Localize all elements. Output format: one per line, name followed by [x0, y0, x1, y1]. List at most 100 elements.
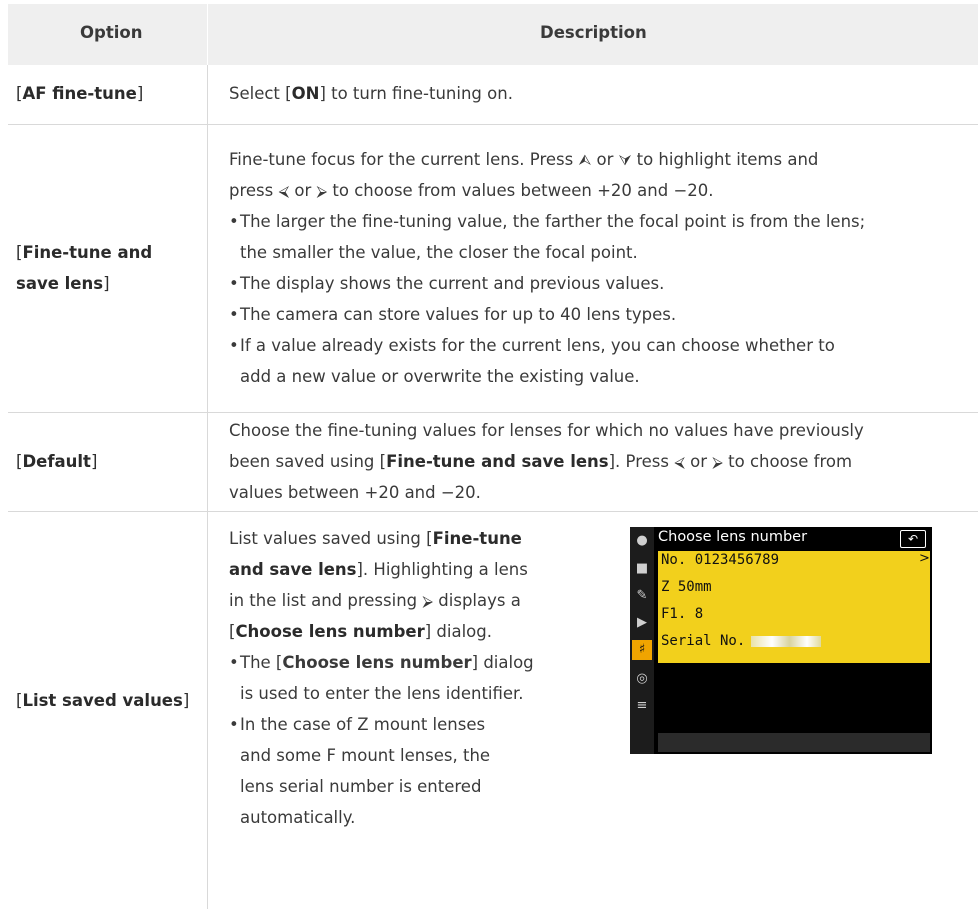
desc-line: been saved using [Fine-tune and save len… [229, 446, 852, 478]
bracket: ] [103, 274, 110, 293]
header-option: Option [80, 23, 143, 42]
multi-selector-right-icon: ⮚ [316, 182, 328, 200]
desc-bold: Fine-tune and save lens [386, 452, 609, 471]
desc-text: or [684, 452, 713, 471]
bullet-dot: • [229, 336, 239, 355]
bullet-text: automatically. [240, 808, 356, 827]
option-af-fine-tune: [AF fine-tune] [16, 78, 143, 109]
desc-bold: Choose lens number [235, 622, 425, 641]
desc-line: [Choose lens number] dialog. [229, 616, 492, 647]
option-fine-tune-and-save-lens: [Fine-tune and [16, 237, 152, 268]
serial-label: Serial No. [661, 633, 746, 649]
bullet-dot: • [229, 653, 239, 672]
multi-selector-right-icon: ⮚ [712, 453, 723, 471]
screen-bottom-bar [658, 733, 930, 752]
desc-line: Fine-tune focus for the current lens. Pr… [229, 144, 818, 176]
bullet-item: • The display shows the current and previ… [229, 268, 949, 299]
desc-text: ] dialog. [424, 622, 492, 641]
desc-text: or [289, 181, 317, 200]
camera-screen-illustration: ● ■ ✎ ▶ ♯ ◎ ≡ Choose lens number ↶ No. 0… [630, 527, 932, 754]
option-fine-tune-and-save-lens-2: save lens] [16, 268, 110, 299]
desc-text: to highlight items and [631, 150, 819, 169]
serial-number-line: Serial No. [661, 633, 822, 649]
desc-text: or [591, 150, 619, 169]
multi-selector-up-icon: ⮙ [578, 151, 592, 169]
desc-text: to choose from [722, 452, 853, 471]
option-label: List saved values [22, 691, 183, 710]
row-separator [8, 124, 978, 125]
screen-title: Choose lens number [658, 529, 808, 545]
desc-bold: Fine-tune [432, 529, 522, 548]
desc-bold: Choose lens number [282, 653, 472, 672]
camera-icon: ● [636, 533, 648, 548]
my-menu-icon: ≡ [636, 698, 648, 713]
multi-selector-left-icon: ⮘ [278, 182, 290, 200]
wrench-icon: ♯ [632, 640, 652, 660]
desc-text: ]. Press [608, 452, 675, 471]
bullet-text: lens serial number is entered [240, 777, 482, 796]
desc-bold: and save lens [229, 560, 357, 579]
option-label: Default [22, 452, 91, 471]
lens-number-line: No. 0123456789 [661, 552, 780, 568]
description-af-fine-tune: Select [ON] to turn fine-tuning on. [229, 78, 513, 109]
desc-line: Choose the fine-tuning values for lenses… [229, 421, 864, 440]
bracket: ] [182, 691, 190, 710]
row-separator [8, 511, 978, 512]
desc-text: ] to turn fine-tuning on. [319, 84, 513, 103]
desc-text: List values saved using [ [229, 529, 433, 548]
desc-line: and save lens]. Highlighting a lens [229, 554, 528, 585]
desc-line: values between +20 and −20. [229, 483, 481, 502]
desc-text: ]. Highlighting a lens [356, 560, 528, 579]
bullet-text: The camera can store values for up to 40… [240, 305, 677, 324]
bullet-text: The [ [240, 653, 283, 672]
row-separator [8, 412, 978, 413]
bullet-dot: • [229, 715, 239, 734]
option-default: [Default] [16, 446, 97, 477]
option-list-saved-values: [List saved values] [16, 685, 189, 716]
bullet-item: • In the case of Z mount lenses and some F… [229, 709, 609, 833]
blurred-serial [751, 635, 822, 647]
movie-icon: ■ [635, 561, 649, 576]
desc-line: in the list and pressing ⮚ displays a [229, 585, 521, 617]
bullet-text: ] dialog [471, 653, 534, 672]
multi-selector-down-icon: ⮛ [618, 151, 632, 169]
network-icon: ◎ [636, 671, 648, 686]
bullet-dot: • [229, 212, 239, 231]
desc-text: displays a [433, 591, 521, 610]
back-icon: ↶ [900, 530, 926, 548]
bullet-text: the smaller the value, the closer the fo… [240, 243, 638, 262]
bullet-text: and some F mount lenses, the [240, 746, 491, 765]
desc-text: Select [ [229, 84, 292, 103]
desc-line: List values saved using [Fine-tune [229, 523, 522, 554]
playback-icon: ▶ [637, 615, 647, 630]
header-description: Description [540, 23, 647, 42]
table-header [8, 4, 978, 65]
bracket: ] [90, 452, 98, 471]
option-label: save lens [16, 274, 104, 293]
header-divider [207, 4, 208, 65]
option-label: Fine-tune and [22, 243, 153, 262]
desc-text: press [229, 181, 279, 200]
lens-aperture-line: F1. 8 [661, 606, 704, 622]
bullet-text: If a value already exists for the curren… [240, 336, 835, 355]
bullet-text: is used to enter the lens identifier. [240, 684, 524, 703]
bullet-dot: • [229, 305, 239, 324]
bullet-dot: • [229, 274, 239, 293]
desc-bold: ON [291, 84, 320, 103]
bullet-item: • If a value already exists for the curre… [229, 330, 949, 392]
menu-sidebar: ● ■ ✎ ▶ ♯ ◎ ≡ [630, 527, 654, 754]
desc-text: Fine-tune focus for the current lens. Pr… [229, 150, 579, 169]
bullet-item: • The larger the fine-tuning value, the f… [229, 206, 949, 268]
column-divider [207, 65, 208, 909]
bullet-item: • The [Choose lens number] dialog is used … [229, 647, 609, 709]
desc-text: in the list and pressing [229, 591, 423, 610]
bracket: ] [136, 84, 144, 103]
lens-focal-line: Z 50mm [661, 579, 712, 595]
bullet-text: The larger the fine-tuning value, the fa… [240, 212, 866, 231]
pencil-icon: ✎ [636, 588, 648, 603]
desc-text: been saved using [ [229, 452, 387, 471]
bullet-text: The display shows the current and previo… [240, 274, 665, 293]
bullet-item: • The camera can store values for up to 4… [229, 299, 949, 330]
option-label: AF fine-tune [22, 84, 137, 103]
bullet-text: In the case of Z mount lenses [240, 715, 486, 734]
